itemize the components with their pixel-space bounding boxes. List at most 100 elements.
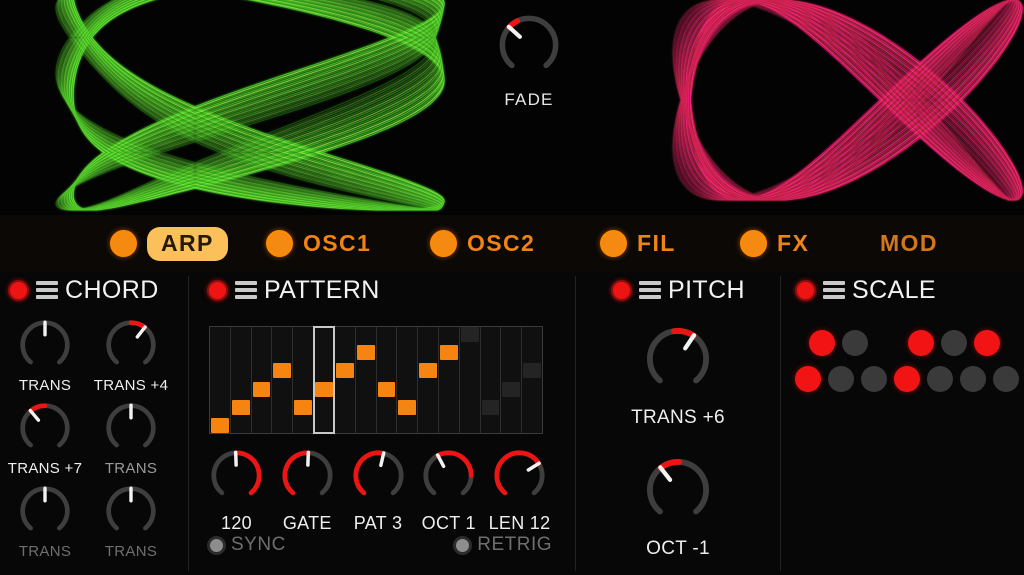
toggle-retrig-label: RETRIG: [477, 534, 552, 555]
pattern-knob-1-dial[interactable]: [276, 444, 339, 507]
chord-knob-2-dial[interactable]: [14, 397, 76, 459]
pattern-knob-2-dial[interactable]: [347, 444, 410, 507]
tab-mod[interactable]: MOD: [880, 223, 938, 265]
scale-panel-header[interactable]: SCALE: [781, 272, 1024, 308]
seq-step-5[interactable]: [313, 326, 335, 434]
seq-step-3[interactable]: [272, 327, 294, 433]
pattern-knob-0[interactable]: 120: [205, 444, 268, 534]
pitch-menu-icon[interactable]: [639, 281, 661, 299]
seq-step-2[interactable]: [252, 327, 273, 433]
scale-menu-icon[interactable]: [823, 281, 845, 299]
seq-step-15[interactable]: [522, 327, 542, 433]
pitch-knob-column: TRANS +6 OCT -1: [576, 308, 780, 560]
scale-dot-white-keys-0[interactable]: [795, 366, 821, 392]
scale-dot-black-keys-1[interactable]: [842, 330, 868, 356]
pattern-menu-icon[interactable]: [235, 281, 257, 299]
chord-knob-4-dial[interactable]: [14, 480, 76, 542]
panel-row: CHORD TRANS TRANS +4 TRANS +7 TRANS TRANS TRA…: [0, 272, 1024, 575]
chord-knob-3-dial[interactable]: [100, 397, 162, 459]
pattern-knob-4-dial[interactable]: [488, 444, 551, 507]
seq-step-14[interactable]: [501, 327, 523, 433]
chord-knob-5[interactable]: TRANS: [88, 480, 174, 560]
fade-knob-group[interactable]: FADE: [492, 8, 566, 110]
seq-step-4-block: [294, 399, 313, 415]
seq-step-12[interactable]: [460, 327, 481, 433]
seq-step-13[interactable]: [481, 327, 502, 433]
seq-step-10[interactable]: [418, 327, 439, 433]
toggle-sync-led[interactable]: [207, 535, 226, 555]
seq-step-11-block: [439, 345, 458, 361]
pattern-knob-3-dial[interactable]: [417, 444, 480, 507]
scale-dot-white-keys-5[interactable]: [960, 366, 986, 392]
scale-dot-black-keys-4[interactable]: [941, 330, 967, 356]
seq-step-7[interactable]: [356, 327, 377, 433]
seq-step-5-block: [315, 381, 333, 397]
seq-step-9[interactable]: [397, 327, 419, 433]
tab-osc2[interactable]: OSC2: [430, 223, 535, 265]
tab-osc1[interactable]: OSC1: [266, 223, 371, 265]
scale-dot-white-keys-4[interactable]: [927, 366, 953, 392]
seq-step-4[interactable]: [293, 327, 315, 433]
scale-dot-white-keys-2[interactable]: [861, 366, 887, 392]
tab-fil-led[interactable]: [600, 230, 627, 257]
chord-knob-0[interactable]: TRANS: [2, 314, 88, 394]
tab-arp[interactable]: ARP: [110, 223, 228, 265]
scale-dot-white-keys-3[interactable]: [894, 366, 920, 392]
chord-panel-header[interactable]: CHORD: [0, 272, 188, 308]
seq-step-0[interactable]: [210, 327, 231, 433]
chord-knob-3[interactable]: TRANS: [88, 397, 174, 477]
seq-step-1[interactable]: [231, 327, 252, 433]
chord-knob-1[interactable]: TRANS +4: [88, 314, 174, 394]
tab-arp-label: ARP: [147, 226, 228, 261]
chord-enable-led[interactable]: [8, 279, 29, 301]
pattern-knob-0-dial[interactable]: [205, 444, 268, 507]
tab-osc1-label: OSC1: [303, 230, 372, 256]
scale-enable-led[interactable]: [795, 279, 816, 301]
scale-dot-white-keys-1[interactable]: [828, 366, 854, 392]
pattern-knob-1[interactable]: GATE: [276, 444, 339, 534]
synth-plugin-window: FADE ARP OSC1 OSC2 FIL FX MOD CHORD TRANS TRAN…: [0, 0, 1024, 575]
scale-dot-black-keys-0[interactable]: [809, 330, 835, 356]
scale-dot-black-keys-3[interactable]: [908, 330, 934, 356]
tab-fx-led[interactable]: [740, 230, 767, 257]
scale-dot-white-keys-6[interactable]: [993, 366, 1019, 392]
scale-dot-black-keys-5[interactable]: [974, 330, 1000, 356]
toggle-retrig-led[interactable]: [453, 535, 473, 555]
pattern-panel-header[interactable]: PATTERN: [189, 272, 575, 308]
pitch-knob-0[interactable]: TRANS +6: [631, 320, 725, 429]
tab-osc1-led[interactable]: [266, 230, 293, 257]
tab-osc2-led[interactable]: [430, 230, 457, 257]
pattern-knob-4[interactable]: LEN 12: [488, 444, 551, 534]
pitch-knob-1-dial[interactable]: [639, 451, 717, 529]
pattern-knob-2[interactable]: PAT 3: [347, 444, 410, 534]
chord-knob-5-dial[interactable]: [100, 480, 162, 542]
tab-fx[interactable]: FX: [740, 223, 809, 265]
pitch-knob-0-dial[interactable]: [639, 320, 717, 398]
pitch-knob-0-label: TRANS +6: [631, 407, 725, 428]
step-sequencer-grid[interactable]: [209, 326, 543, 434]
tab-fil-label: FIL: [637, 230, 676, 256]
seq-step-11[interactable]: [439, 327, 460, 433]
chord-knob-4[interactable]: TRANS: [2, 480, 88, 560]
toggle-retrig[interactable]: RETRIG: [453, 534, 552, 556]
pitch-knob-1[interactable]: OCT -1: [639, 451, 717, 560]
pattern-title: PATTERN: [264, 275, 380, 304]
chord-knob-2[interactable]: TRANS +7: [2, 397, 88, 477]
seq-step-8[interactable]: [377, 327, 398, 433]
seq-step-8-block: [377, 381, 396, 397]
chord-knob-0-dial[interactable]: [14, 314, 76, 376]
tab-arp-led[interactable]: [110, 230, 137, 257]
seq-step-0-block: [211, 418, 229, 433]
tab-fil[interactable]: FIL: [600, 223, 676, 265]
toggle-sync[interactable]: SYNC: [207, 534, 286, 556]
pitch-enable-led[interactable]: [611, 279, 632, 301]
pattern-knob-3[interactable]: OCT 1: [417, 444, 480, 534]
pitch-panel-header[interactable]: PITCH: [576, 272, 780, 308]
fade-knob[interactable]: [492, 8, 566, 82]
scale-keyboard: [781, 308, 1024, 402]
seq-step-6[interactable]: [335, 327, 356, 433]
pattern-enable-led[interactable]: [207, 279, 228, 301]
chord-menu-icon[interactable]: [36, 281, 58, 299]
chord-knob-1-dial[interactable]: [100, 314, 162, 376]
chord-knob-3-label: TRANS: [104, 460, 158, 477]
